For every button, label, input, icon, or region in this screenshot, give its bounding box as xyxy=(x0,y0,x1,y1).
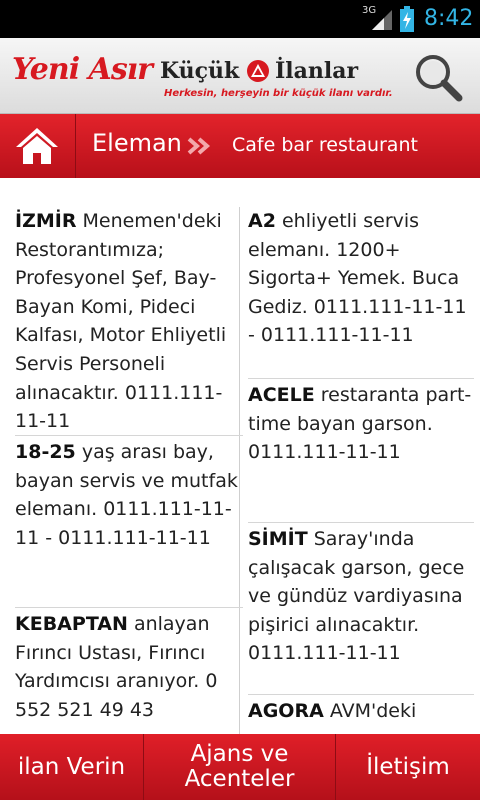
ad-keyword: KEBAPTAN xyxy=(15,613,128,635)
ad-item[interactable]: SİMİT Saray'ında çalışacak garson, gece … xyxy=(248,523,474,695)
ad-keyword: A2 xyxy=(248,210,276,232)
search-icon[interactable] xyxy=(412,52,464,102)
tab-ajans-acenteler[interactable]: Ajans ve Acenteler xyxy=(144,734,336,800)
ad-item[interactable]: ACELE restaranta part-time bayan garson.… xyxy=(248,379,474,523)
logo-triangle-icon xyxy=(247,60,269,82)
ads-column-left: İZMİR Menemen'deki Restorantımıza; Profe… xyxy=(15,207,243,724)
signal-icon xyxy=(372,10,392,30)
ad-text: Menemen'deki Restorantımıza; Profesyonel… xyxy=(15,210,227,433)
home-icon xyxy=(16,128,58,164)
ad-item[interactable]: KEBAPTAN anlayan Fırıncı Ustası, Fırıncı… xyxy=(15,608,243,724)
ads-column-right: A2 ehliyetli servis elemanı. 1200+ Sigor… xyxy=(248,207,474,726)
ad-item[interactable]: A2 ehliyetli servis elemanı. 1200+ Sigor… xyxy=(248,207,474,379)
clock: 8:42 xyxy=(424,6,474,31)
ad-text: AVM'deki xyxy=(323,700,417,722)
battery-icon xyxy=(400,6,414,32)
ad-item[interactable]: AGORA AVM'deki xyxy=(248,695,474,726)
tab-ilan-verin[interactable]: ilan Verin xyxy=(0,734,144,800)
logo-word-ilanlar: İlanlar xyxy=(275,58,359,84)
ad-text: ehliyetli servis elemanı. 1200+ Sigorta+… xyxy=(248,210,467,347)
ad-keyword: 18-25 xyxy=(15,441,76,463)
breadcrumb-subcategory: Cafe bar restaurant xyxy=(232,134,418,156)
ad-keyword: SİMİT xyxy=(248,528,308,550)
ad-item[interactable]: 18-25 yaş arası bay, bayan servis ve mut… xyxy=(15,436,243,608)
ad-keyword: İZMİR xyxy=(15,210,77,232)
ad-keyword: ACELE xyxy=(248,384,315,406)
ad-item[interactable]: İZMİR Menemen'deki Restorantımıza; Profe… xyxy=(15,207,243,436)
tab-iletisim[interactable]: İletişim xyxy=(336,734,480,800)
status-bar: 3G 8:42 xyxy=(0,0,480,38)
home-button[interactable] xyxy=(0,114,76,178)
listing-content[interactable]: İZMİR Menemen'deki Restorantımıza; Profe… xyxy=(0,178,480,734)
logo-slogan: Herkesin, herşeyin bir küçük ilanı vardı… xyxy=(164,88,393,99)
bottom-navigation: ilan Verin Ajans ve Acenteler İletişim xyxy=(0,734,480,800)
ad-keyword: AGORA xyxy=(248,700,324,722)
breadcrumb-category[interactable]: Eleman xyxy=(92,129,182,157)
logo-brand: Yeni Asır xyxy=(12,52,153,87)
logo-word-kucuk: Küçük xyxy=(160,58,240,84)
app-header: Yeni Asır Küçük İlanlar Herkesin, herşey… xyxy=(0,38,480,114)
double-chevron-icon xyxy=(187,137,211,155)
breadcrumb-bar: Eleman Cafe bar restaurant xyxy=(0,114,480,178)
